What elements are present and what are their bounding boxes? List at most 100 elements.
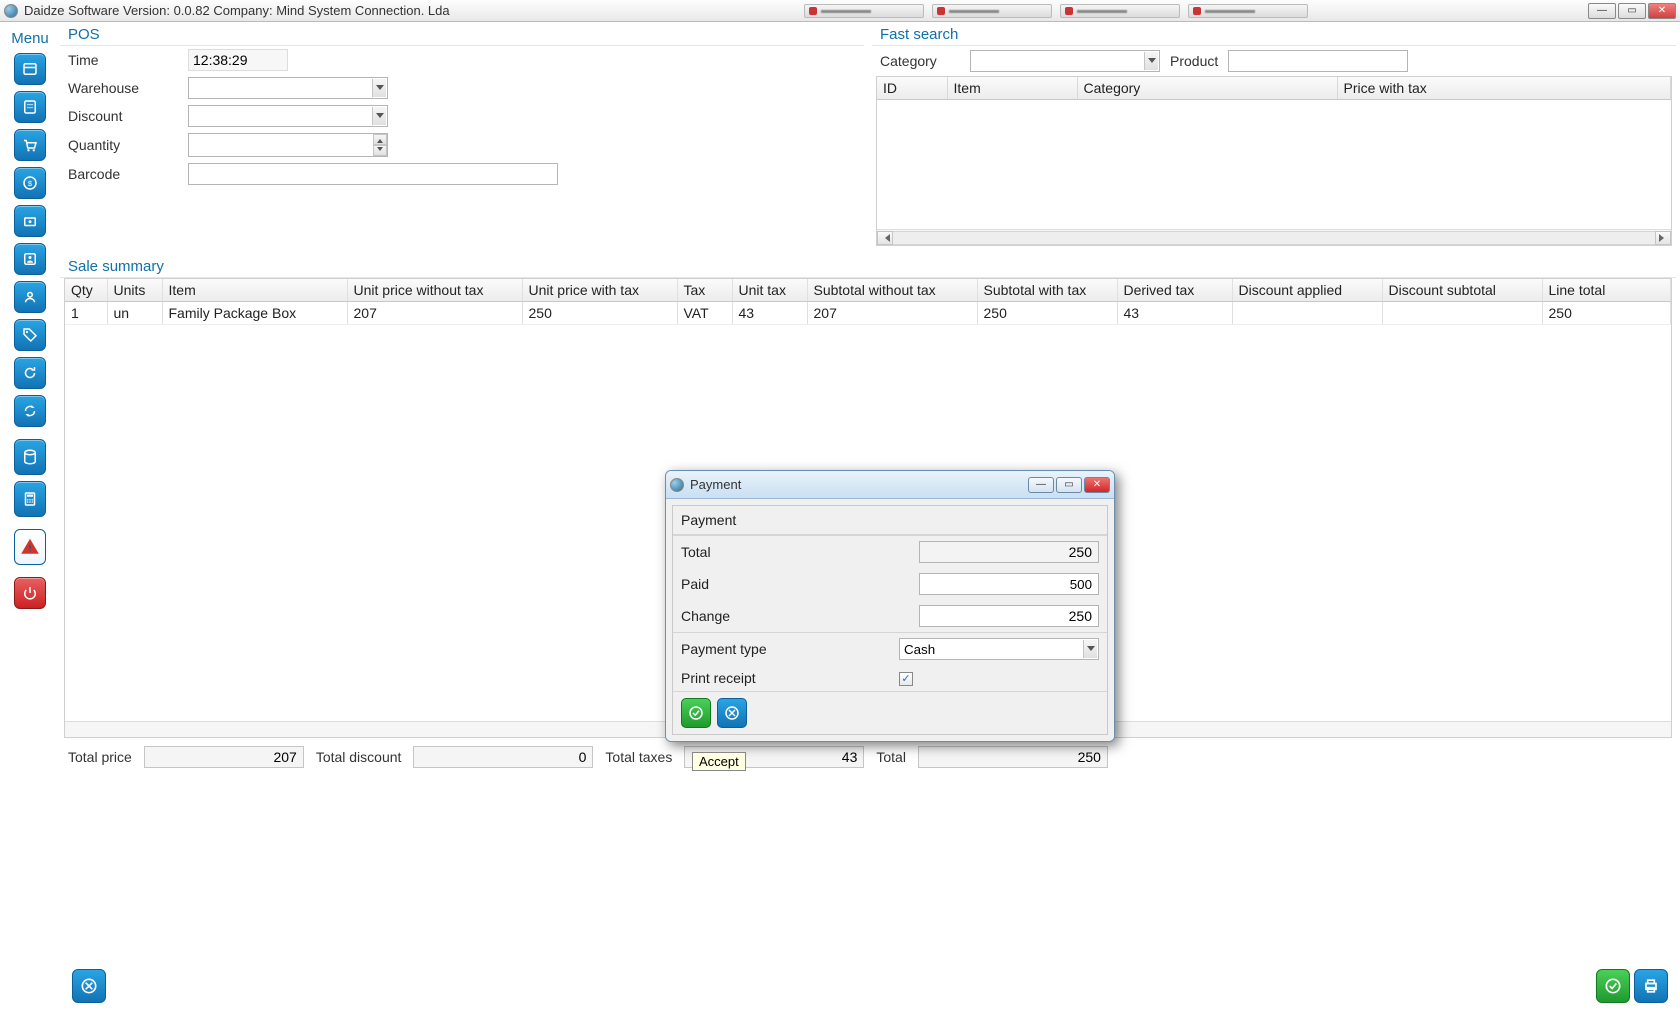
col-id[interactable]: ID: [877, 77, 947, 100]
accept-tooltip: Accept: [692, 752, 746, 771]
print-receipt-label: Print receipt: [681, 670, 899, 686]
total-label: Total: [876, 749, 906, 765]
sidebar-btn-refresh[interactable]: [14, 357, 46, 389]
col-tax[interactable]: Tax: [677, 279, 732, 302]
window-title: Daidze Software Version: 0.0.82 Company:…: [24, 3, 450, 18]
total-value: 250: [918, 746, 1108, 768]
col-price[interactable]: Price with tax: [1337, 77, 1671, 100]
menu-label: Menu: [11, 30, 49, 47]
totals-bar: Total price 207 Total discount 0 Total t…: [60, 738, 1676, 776]
fast-search-grid[interactable]: ID Item Category Price with tax: [876, 76, 1672, 246]
payment-window-title: Payment: [690, 477, 741, 492]
sidebar-btn-user[interactable]: [14, 281, 46, 313]
spinner-up-icon[interactable]: [373, 134, 387, 145]
sidebar-btn-cart[interactable]: [14, 129, 46, 161]
payment-total-label: Total: [681, 544, 919, 560]
payment-dialog-titlebar[interactable]: Payment — ▭ ✕: [666, 471, 1114, 499]
product-input[interactable]: [1228, 50, 1408, 72]
col-item[interactable]: Item: [947, 77, 1077, 100]
sidebar-btn-warning[interactable]: [14, 529, 46, 565]
sale-summary-title: Sale summary: [60, 254, 1676, 278]
col-units[interactable]: Units: [107, 279, 162, 302]
quantity-label: Quantity: [68, 137, 188, 153]
payment-dialog: Payment — ▭ ✕ Payment Total 250 Paid Cha…: [665, 470, 1115, 742]
confirm-action-button[interactable]: [1596, 969, 1630, 1003]
payment-paid-label: Paid: [681, 576, 919, 592]
payment-cancel-button[interactable]: [717, 698, 747, 728]
fs-scrollbar[interactable]: [877, 229, 1671, 245]
background-window-thumbs: ▬▬▬▬▬ ▬▬▬▬▬ ▬▬▬▬▬ ▬▬▬▬▬: [804, 4, 1308, 18]
payment-paid-input[interactable]: [919, 573, 1099, 595]
table-row[interactable]: 1 un Family Package Box 207 250 VAT 43 2…: [65, 302, 1671, 325]
time-value: 12:38:29: [188, 49, 288, 71]
sidebar-btn-2[interactable]: [14, 91, 46, 123]
dialog-maximize-button[interactable]: ▭: [1056, 477, 1082, 493]
sidebar-btn-tag[interactable]: [14, 319, 46, 351]
maximize-button[interactable]: ▭: [1618, 3, 1646, 19]
warehouse-label: Warehouse: [68, 80, 188, 96]
quantity-spinner[interactable]: [188, 133, 388, 157]
sidebar-btn-5[interactable]: [14, 205, 46, 237]
sidebar-btn-money[interactable]: $: [14, 167, 46, 199]
spinner-down-icon[interactable]: [373, 145, 387, 156]
fast-search-title: Fast search: [872, 22, 1676, 46]
col-category[interactable]: Category: [1077, 77, 1337, 100]
total-taxes-label: Total taxes: [605, 749, 672, 765]
col-line-total[interactable]: Line total: [1542, 279, 1671, 302]
product-label: Product: [1170, 53, 1218, 69]
payment-type-label: Payment type: [681, 641, 899, 657]
col-derived-tax[interactable]: Derived tax: [1117, 279, 1232, 302]
chevron-down-icon: [372, 107, 386, 125]
sidebar: Menu $: [0, 22, 60, 1010]
total-discount-label: Total discount: [316, 749, 402, 765]
discount-label: Discount: [68, 108, 188, 124]
sidebar-btn-calc[interactable]: [14, 481, 46, 517]
sidebar-btn-sync[interactable]: [14, 395, 46, 427]
print-receipt-checkbox[interactable]: [899, 672, 913, 686]
payment-change-label: Change: [681, 608, 919, 624]
chevron-down-icon: [1083, 640, 1097, 658]
col-disc-sub[interactable]: Discount subtotal: [1382, 279, 1542, 302]
payment-type-select[interactable]: [899, 638, 1099, 660]
pos-panel-title: POS: [60, 22, 864, 46]
col-qty[interactable]: Qty: [65, 279, 107, 302]
fast-search-panel: Fast search Category Product ID Item Cat…: [872, 22, 1676, 246]
chevron-down-icon: [1144, 52, 1158, 70]
col-sub-no-tax[interactable]: Subtotal without tax: [807, 279, 977, 302]
scroll-left-icon[interactable]: [877, 231, 893, 245]
payment-section-title: Payment: [673, 506, 1107, 535]
chevron-down-icon: [372, 79, 386, 97]
col-sub-tax[interactable]: Subtotal with tax: [977, 279, 1117, 302]
minimize-button[interactable]: —: [1588, 3, 1616, 19]
sidebar-btn-power[interactable]: [14, 577, 46, 609]
total-discount-value: 0: [413, 746, 593, 768]
col-up-no-tax[interactable]: Unit price without tax: [347, 279, 522, 302]
time-label: Time: [68, 52, 188, 68]
sidebar-btn-contact[interactable]: [14, 243, 46, 275]
dialog-close-button[interactable]: ✕: [1084, 477, 1110, 493]
category-label: Category: [880, 53, 960, 69]
scroll-right-icon[interactable]: [1655, 231, 1671, 245]
category-select[interactable]: [970, 50, 1160, 72]
discount-select[interactable]: [188, 105, 388, 127]
sidebar-btn-db[interactable]: [14, 439, 46, 475]
pos-panel: POS Time 12:38:29 Warehouse Discount Qua…: [60, 22, 864, 246]
total-price-value: 207: [144, 746, 304, 768]
dialog-minimize-button[interactable]: —: [1028, 477, 1054, 493]
total-price-label: Total price: [68, 749, 132, 765]
payment-total-value: 250: [919, 541, 1099, 563]
col-item[interactable]: Item: [162, 279, 347, 302]
col-disc-applied[interactable]: Discount applied: [1232, 279, 1382, 302]
col-unit-tax[interactable]: Unit tax: [732, 279, 807, 302]
app-icon: [4, 4, 18, 18]
svg-text:$: $: [28, 179, 33, 188]
payment-change-value: 250: [919, 605, 1099, 627]
payment-accept-button[interactable]: [681, 698, 711, 728]
print-action-button[interactable]: [1634, 969, 1668, 1003]
barcode-input[interactable]: [188, 163, 558, 185]
col-up-tax[interactable]: Unit price with tax: [522, 279, 677, 302]
close-button[interactable]: ✕: [1648, 3, 1676, 19]
sidebar-btn-1[interactable]: [14, 53, 46, 85]
cancel-action-button[interactable]: [72, 969, 106, 1003]
warehouse-select[interactable]: [188, 77, 388, 99]
